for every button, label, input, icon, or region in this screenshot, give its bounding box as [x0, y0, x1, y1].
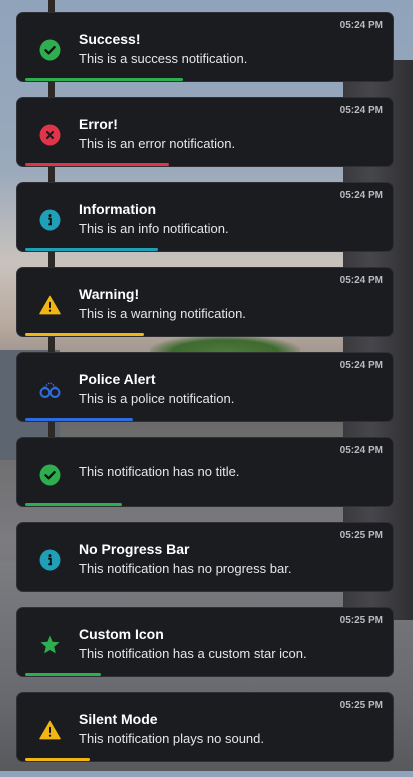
progress-bar	[25, 163, 169, 166]
handcuffs-icon	[39, 379, 61, 401]
notification-time: 05:24 PM	[339, 190, 383, 201]
progress-bar	[25, 673, 101, 676]
notification-time: 05:24 PM	[339, 105, 383, 116]
progress-bar	[25, 758, 90, 761]
check-circle-icon	[39, 39, 61, 61]
notification-custom-icon[interactable]: Custom Icon This notification has a cust…	[16, 607, 394, 677]
notification-title: Police Alert	[79, 371, 156, 387]
notification-police[interactable]: Police Alert This is a police notificati…	[16, 352, 394, 422]
x-circle-icon	[39, 124, 61, 146]
notification-message: This is a police notification.	[79, 391, 235, 406]
notification-message: This notification has no title.	[79, 464, 240, 479]
notification-time: 05:25 PM	[339, 530, 383, 541]
notification-message: This notification plays no sound.	[79, 731, 264, 746]
notification-title: Custom Icon	[79, 626, 164, 642]
info-circle-icon	[39, 209, 61, 231]
notification-time: 05:24 PM	[339, 360, 383, 371]
notification-title: No Progress Bar	[79, 541, 190, 557]
warning-triangle-icon	[39, 294, 61, 316]
notification-time: 05:25 PM	[339, 700, 383, 711]
notification-message: This is an error notification.	[79, 136, 236, 151]
notification-title: Silent Mode	[79, 711, 158, 727]
notification-time: 05:24 PM	[339, 275, 383, 286]
notification-stack: Success! This is a success notification.…	[16, 12, 396, 777]
notification-info[interactable]: Information This is an info notification…	[16, 182, 394, 252]
progress-bar	[25, 503, 122, 506]
star-icon	[39, 634, 61, 656]
notification-message: This notification has a custom star icon…	[79, 646, 307, 661]
notification-warning[interactable]: Warning! This is a warning notification.…	[16, 267, 394, 337]
check-circle-icon	[39, 464, 61, 486]
progress-bar	[25, 248, 158, 251]
notification-success[interactable]: Success! This is a success notification.…	[16, 12, 394, 82]
notification-message: This notification has no progress bar.	[79, 561, 292, 576]
notification-title: Warning!	[79, 286, 140, 302]
notification-time: 05:25 PM	[339, 615, 383, 626]
notification-no-progress[interactable]: No Progress Bar This notification has no…	[16, 522, 394, 592]
notification-silent[interactable]: Silent Mode This notification plays no s…	[16, 692, 394, 762]
notification-no-title[interactable]: This notification has no title. 05:24 PM	[16, 437, 394, 507]
notification-message: This is a warning notification.	[79, 306, 246, 321]
notification-title: Information	[79, 201, 156, 217]
notification-title: Error!	[79, 116, 118, 132]
progress-bar	[25, 78, 183, 81]
info-circle-icon	[39, 549, 61, 571]
warning-triangle-icon	[39, 719, 61, 741]
notification-time: 05:24 PM	[339, 20, 383, 31]
notification-message: This is a success notification.	[79, 51, 248, 66]
notification-time: 05:24 PM	[339, 445, 383, 456]
progress-bar	[25, 418, 133, 421]
notification-message: This is an info notification.	[79, 221, 229, 236]
notification-title: Success!	[79, 31, 141, 47]
progress-bar	[25, 333, 144, 336]
notification-error[interactable]: Error! This is an error notification. 05…	[16, 97, 394, 167]
